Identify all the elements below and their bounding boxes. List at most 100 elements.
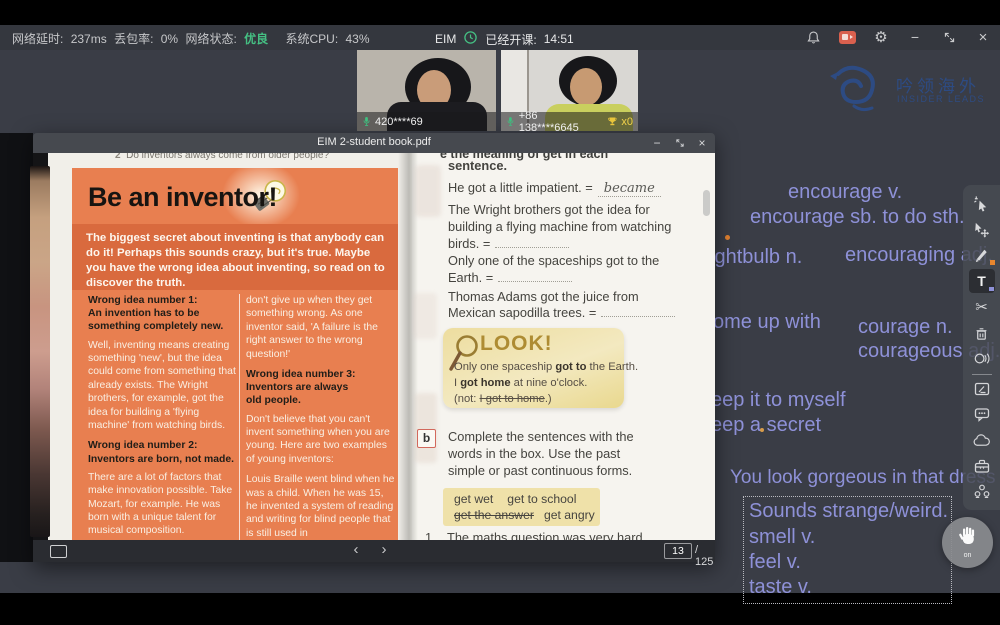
chat-tool[interactable] [969,404,995,426]
pdf-maximize-button[interactable] [672,137,688,151]
pdf-page-view: 2 Do inventors always come from older pe… [33,153,715,540]
scroll-indicator[interactable] [703,190,710,216]
cpu-value: 43% [346,32,370,46]
thumbnail-view-icon[interactable] [50,545,67,558]
column2-paragraph: don't give up when they get something wr… [246,294,396,361]
article-intro-band: The biggest secret about inventing is th… [72,224,398,290]
annotation-text[interactable]: feel v. [749,551,801,574]
text-tool[interactable]: T [969,269,995,293]
prev-page-button[interactable]: ‹ [347,541,365,558]
pdf-close-button[interactable]: × [694,136,710,150]
annotation-selection-box[interactable]: Sounds strange/weird. smell v. feel v. t… [743,496,952,604]
page-number-input[interactable]: 13 [664,543,692,559]
minimize-button[interactable]: − [906,28,924,46]
annotation-text[interactable]: encourage v. [788,181,902,204]
answer-blank [601,305,675,317]
word-bank-line: get wetget to school [454,492,576,506]
next-page-button[interactable]: › [375,541,393,558]
bell-icon[interactable] [804,28,822,46]
exercise-b-prompt: Complete the sentences with the [448,429,634,444]
page-bleedthrough [415,393,437,463]
annotation-text[interactable]: smell v. [749,526,815,549]
annotation-text[interactable]: eep it to myself [711,389,846,412]
annotation-text[interactable]: ightbulb n. [710,246,802,269]
group-tool[interactable] [969,480,995,502]
status-bar: 网络延时: 237ms 丢包率: 0% 网络状态: 优良 系统CPU: 43% … [0,25,1000,50]
mic-icon [362,115,371,128]
packet-loss-label: 丢包率: [114,32,153,46]
exercise-line: Thomas Adams got the juice from [448,289,639,304]
wrong-idea-2-body: There are a lot of factors that make inn… [88,471,240,538]
look-line: Only one spaceship got to the Earth. [454,361,638,373]
brand-label: EIM [435,32,456,46]
wrong-idea-3-body: Don't believe that you can't invent some… [246,413,396,467]
word-bank-box: get wetget to school get the answerget a… [443,488,600,526]
person-face [570,68,602,106]
camera-arm-sliver [30,166,50,537]
pdf-title: EIM 2-student book.pdf [33,136,715,148]
pdf-minimize-button[interactable]: − [649,136,665,150]
participant-name: +86 138****6645 [519,110,599,132]
pdf-bottom-bar: ‹ › 13 / 125 [33,540,715,562]
exercise-line: The Wright brothers got the idea for [448,202,650,217]
answer-blank [498,270,572,282]
settings-gear-icon[interactable]: ⚙ [872,28,890,46]
look-line: (not: I got to home.) [454,393,552,405]
book-section-header: 2 Do inventors always come from older pe… [115,153,329,161]
pen-tool[interactable] [969,244,995,266]
laser-pointer-tool[interactable] [969,193,995,215]
close-button[interactable]: × [974,28,992,46]
raise-hand-button[interactable]: on [942,517,993,568]
cloud-tool[interactable] [969,429,995,451]
braille-paragraph: Louis Braille went blind when he was a c… [246,473,396,540]
page-bleedthrough [415,165,441,217]
video-label: +86 138****6645 x0 [501,112,638,131]
cpu-label: 系统CPU: [285,32,338,46]
wrong-idea-2-heading: Wrong idea number 2: Inventors are born,… [88,439,240,465]
article-title: Be an inventor! [88,182,277,213]
video-feed-teacher[interactable]: 420****69 [357,50,496,131]
background-window-edge [0,133,33,562]
maximize-button[interactable] [940,28,958,46]
pen-color-indicator [990,260,995,265]
annotation-text[interactable]: taste v. [749,576,812,599]
annotation-text[interactable]: eep a secret [711,414,821,437]
article-column-2: don't give up when they get something wr… [246,294,396,540]
exercise-b-label: b [417,429,436,448]
wrong-idea-1-body: Well, inventing means creating something… [88,339,240,433]
mic-icon [506,115,515,128]
exercise-b-prompt: words in the box. Use the past [448,446,620,461]
page-total: / 125 [695,544,715,568]
article-be-an-inventor: Be an inventor! The biggest secret about… [72,168,398,540]
shapes-tool[interactable] [969,348,995,370]
trash-tool[interactable] [969,322,995,344]
toolbar-divider [972,374,992,375]
class-started-label: 已经开课: [485,31,536,48]
annotation-text[interactable]: courage n. [858,316,953,339]
exercise-line: He got a little impatient. =became [448,180,661,196]
clock-icon [463,30,478,48]
trophy-icon [607,116,618,127]
pdf-title-bar[interactable]: EIM 2-student book.pdf − × [33,133,715,153]
annotation-text[interactable]: You look gorgeous in that dress [730,467,995,489]
exercise-b-prompt: simple or past continuous forms. [448,463,632,478]
screen: 网络延时: 237ms 丢包率: 0% 网络状态: 优良 系统CPU: 43% … [0,0,1000,625]
class-time: 14:51 [544,32,574,46]
article-intro: The biggest secret about inventing is th… [86,231,386,291]
article-column-1: Wrong idea number 1: An invention has to… [88,294,240,540]
toolbox-tool[interactable] [969,455,995,477]
annotation-text[interactable]: ome up with [713,311,821,334]
video-feed-student[interactable]: +86 138****6645 x0 [501,50,638,131]
exercise-line: Mexican sapodilla trees. = [448,305,675,320]
hand-icon [956,524,980,550]
exercise-item-number: 1 [425,530,432,540]
text-color-indicator [989,287,994,292]
move-tool[interactable] [969,218,995,240]
annotation-text[interactable]: encourage sb. to do sth. [750,206,965,229]
wrong-idea-1-heading: Wrong idea number 1: An invention has to… [88,294,240,334]
board-tool[interactable] [969,378,995,400]
net-status-value: 优良 [244,32,268,46]
scissors-tool[interactable]: ✂ [969,297,995,319]
record-icon[interactable] [838,28,856,46]
annotation-text[interactable]: Sounds strange/weird. [749,500,948,523]
